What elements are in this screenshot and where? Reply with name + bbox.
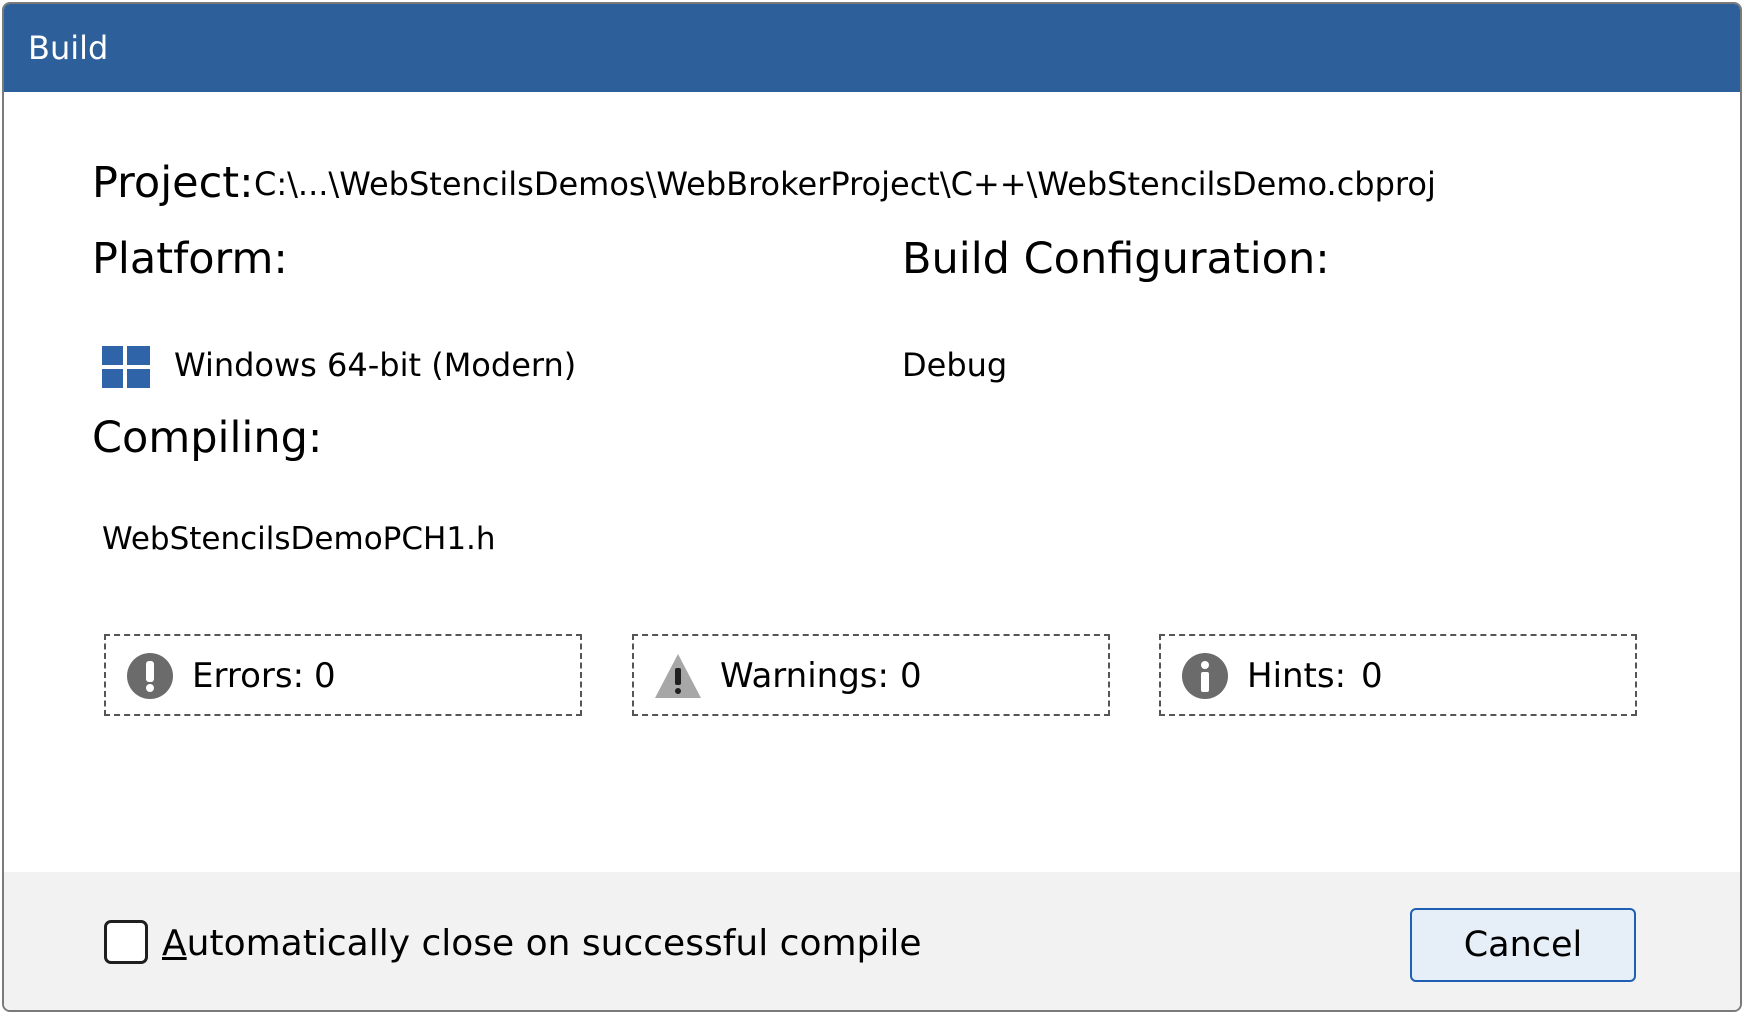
hints-label: Hints: bbox=[1247, 656, 1347, 696]
window-title: Build bbox=[28, 29, 109, 67]
project-label: Project: bbox=[92, 158, 254, 208]
project-path: C:\...\WebStencilsDemos\WebBrokerProject… bbox=[254, 165, 1436, 203]
auto-close-label-text: utomatically close on successful compile bbox=[186, 923, 922, 964]
platform-value: Windows 64-bit (Modern) bbox=[174, 346, 577, 384]
build-content: Project: C:\...\WebStencilsDemos\WebBrok… bbox=[4, 92, 1740, 872]
auto-close-accelerator: A bbox=[162, 923, 187, 964]
hints-count: 0 bbox=[1361, 656, 1383, 696]
auto-close-checkbox[interactable] bbox=[104, 920, 148, 964]
build-configuration-value: Debug bbox=[902, 346, 1008, 384]
warnings-label: Warnings: bbox=[720, 656, 889, 696]
auto-close-label[interactable]: Automatically close on successful compil… bbox=[162, 922, 922, 966]
warnings-count: 0 bbox=[900, 656, 922, 696]
windows-logo-icon bbox=[102, 346, 150, 388]
errors-count: 0 bbox=[314, 656, 336, 696]
info-icon bbox=[1182, 653, 1228, 699]
hints-status-box: Hints: 0 bbox=[1159, 634, 1637, 716]
build-dialog: Build Project: C:\...\WebStencilsDemos\W… bbox=[2, 2, 1742, 1012]
compiling-label: Compiling: bbox=[92, 413, 323, 463]
build-configuration-label: Build Configuration: bbox=[902, 234, 1330, 284]
dialog-footer: Automatically close on successful compil… bbox=[4, 872, 1740, 1010]
platform-label: Platform: bbox=[92, 234, 288, 284]
errors-label: Errors: bbox=[192, 656, 305, 696]
error-icon bbox=[127, 653, 173, 699]
compiling-file: WebStencilsDemoPCH1.h bbox=[102, 521, 496, 557]
warnings-status-box: Warnings: 0 bbox=[632, 634, 1110, 716]
errors-status-box: Errors: 0 bbox=[104, 634, 582, 716]
cancel-button[interactable]: Cancel bbox=[1410, 908, 1636, 982]
warning-icon bbox=[655, 654, 701, 698]
title-bar: Build bbox=[4, 4, 1740, 92]
